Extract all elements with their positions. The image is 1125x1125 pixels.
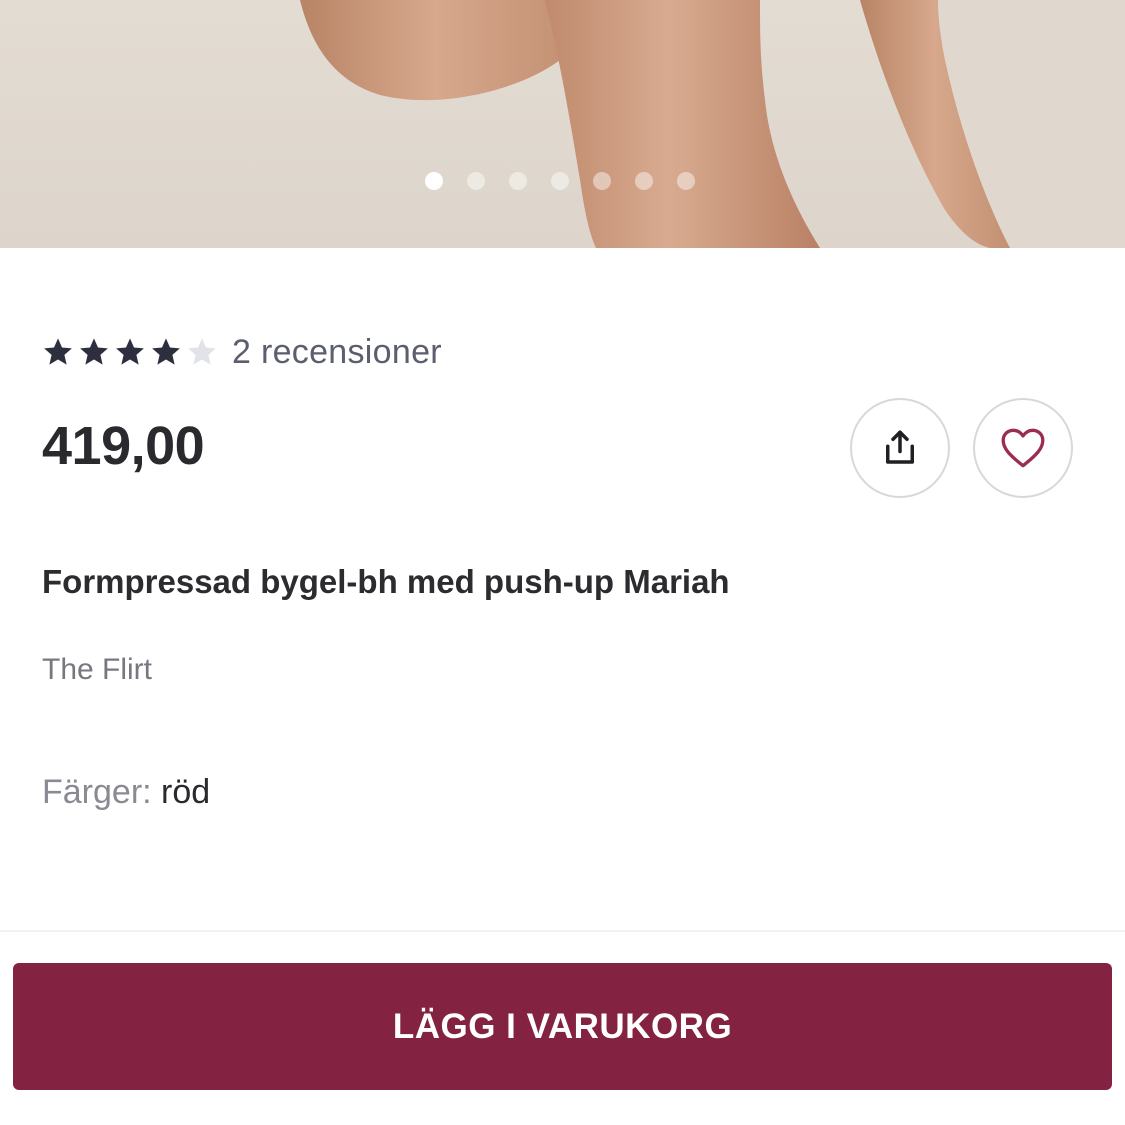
price: 419,00: [42, 416, 205, 476]
gallery-dot-5[interactable]: [593, 172, 611, 190]
gallery-dot-7[interactable]: [677, 172, 695, 190]
add-to-cart-button[interactable]: LÄGG I VARUKORG: [13, 963, 1112, 1090]
rating-row[interactable]: 2 recensioner: [42, 330, 442, 374]
gallery-dot-6[interactable]: [635, 172, 653, 190]
product-image[interactable]: [0, 0, 1125, 248]
share-button[interactable]: [850, 398, 950, 498]
gallery-dot-3[interactable]: [509, 172, 527, 190]
share-icon: [886, 430, 914, 464]
gallery-dot-2[interactable]: [467, 172, 485, 190]
product-title: Formpressad bygel-bh med push-up Mariah: [42, 563, 730, 600]
color-value: röd: [161, 773, 211, 811]
gallery-dot-4[interactable]: [551, 172, 569, 190]
review-count[interactable]: 2 recensioner: [232, 333, 442, 372]
color-selection: Färger: röd: [42, 773, 210, 812]
color-label: Färger:: [42, 773, 152, 811]
gallery-dot-1[interactable]: [425, 172, 443, 190]
heart-icon: [1001, 428, 1045, 468]
star-filled-icon: [80, 338, 108, 365]
product-page: 2 recensioner 419,00 Formpressad bygel-b…: [0, 0, 1125, 1125]
product-brand[interactable]: The Flirt: [42, 653, 152, 687]
star-filled-icon: [116, 338, 144, 365]
star-rating: [42, 336, 218, 368]
gallery-pagination: [425, 172, 695, 190]
favorite-button[interactable]: [973, 398, 1073, 498]
star-empty-icon: [188, 338, 216, 365]
product-photo: [0, 0, 1125, 248]
star-filled-icon: [152, 338, 180, 365]
star-filled-icon: [44, 338, 72, 365]
